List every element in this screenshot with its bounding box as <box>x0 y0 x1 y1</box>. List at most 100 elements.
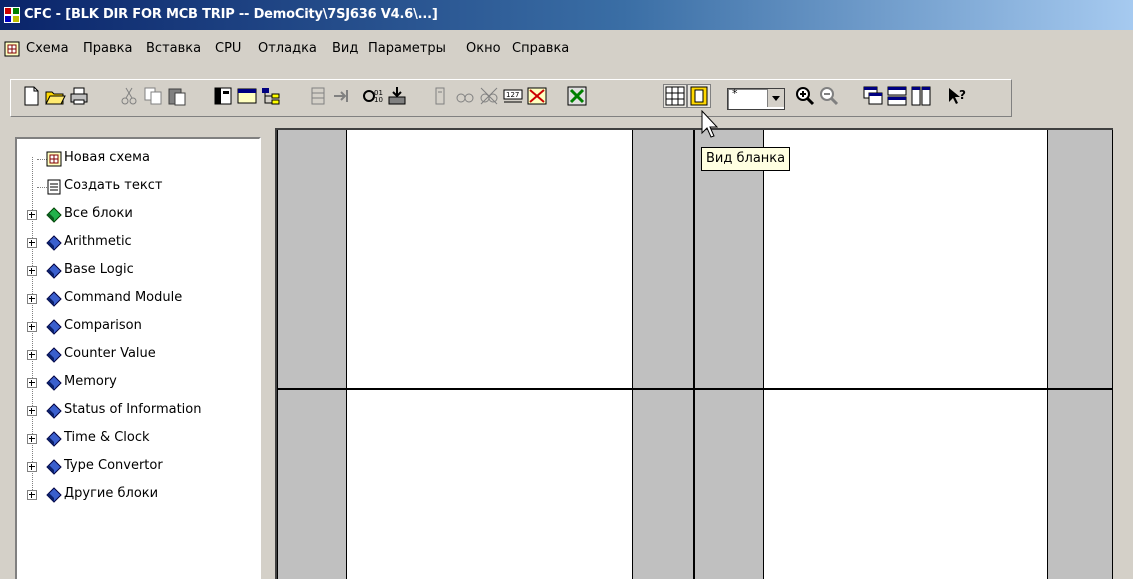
svg-text:10: 10 <box>374 96 383 104</box>
scissors-icon <box>121 87 137 105</box>
tree-item-label: Новая схема <box>64 150 150 165</box>
menu-item-window[interactable]: Окно <box>466 41 501 56</box>
menu-item-scheme[interactable]: Схема <box>26 41 69 56</box>
tree-item-label: Counter Value <box>64 346 156 361</box>
new-chart-icon <box>45 150 63 168</box>
glasses-icon <box>435 87 445 105</box>
sheet-margin-left <box>277 130 347 579</box>
fit-icon <box>567 86 587 106</box>
menu-item-help[interactable]: Справка <box>512 41 569 56</box>
tree-item-label: Base Logic <box>64 262 134 277</box>
sheet-margin-right <box>1047 130 1113 579</box>
remove-watch-button[interactable] <box>478 85 500 107</box>
expand-icon[interactable] <box>27 294 37 304</box>
tile-vertical-button[interactable] <box>910 85 932 107</box>
tree-item-label: Type Convertor <box>64 458 163 473</box>
title-bar[interactable]: CFC - [BLK DIR FOR MCB TRIP -- DemoCity\… <box>0 0 1133 30</box>
dial-button[interactable] <box>526 85 548 107</box>
catalog-button[interactable] <box>212 85 234 107</box>
help-pointer-icon: ? <box>949 88 966 104</box>
paste-button[interactable] <box>166 85 188 107</box>
download-button[interactable] <box>386 85 408 107</box>
overview-button[interactable] <box>236 85 258 107</box>
zoom-in-button[interactable] <box>794 85 816 107</box>
zoom-combo-value: * <box>732 87 738 100</box>
open-file-button[interactable] <box>44 85 66 107</box>
zoom-in-icon <box>796 87 815 106</box>
toolbar: 01 10 127 * ? <box>0 77 1133 117</box>
tree-view-button[interactable] <box>260 85 282 107</box>
mouse-pointer-icon <box>701 110 719 138</box>
monitor-button[interactable] <box>430 85 452 107</box>
printer-icon <box>70 87 88 105</box>
blue-block-icon <box>45 262 63 280</box>
expand-icon[interactable] <box>27 462 37 472</box>
step-button[interactable] <box>330 85 352 107</box>
open-folder-icon <box>45 91 66 105</box>
new-file-icon <box>24 86 39 106</box>
fit-view-button[interactable] <box>566 85 588 107</box>
tile-horizontal-button[interactable] <box>886 85 908 107</box>
compile-button[interactable]: 01 10 <box>362 85 384 107</box>
sheet-view-button[interactable] <box>663 84 687 108</box>
menu-item-debug[interactable]: Отладка <box>258 41 317 56</box>
blue-block-icon <box>45 318 63 336</box>
blue-block-icon <box>45 402 63 420</box>
insert-block-button[interactable] <box>308 85 330 107</box>
print-button[interactable] <box>68 85 90 107</box>
cut-button[interactable] <box>118 85 140 107</box>
sheet-margin-middle-a <box>632 130 694 579</box>
tree-item-label: Другие блоки <box>64 486 159 501</box>
catalog-icon <box>214 87 232 105</box>
window-title: CFC - [BLK DIR FOR MCB TRIP -- DemoCity\… <box>24 7 438 22</box>
form-view-button[interactable] <box>687 84 711 108</box>
tree-item-label: Memory <box>64 374 117 389</box>
menu-item-options[interactable]: Параметры <box>368 41 446 56</box>
blue-block-icon <box>45 430 63 448</box>
new-file-button[interactable] <box>20 85 42 107</box>
sheet-margin-middle-b <box>694 130 764 579</box>
expand-icon[interactable] <box>27 350 37 360</box>
menu-item-cpu[interactable]: CPU <box>215 41 241 56</box>
tooltip: Вид бланка <box>701 147 791 171</box>
expand-icon[interactable] <box>27 322 37 332</box>
blue-block-icon <box>45 234 63 252</box>
menu-item-insert[interactable]: Вставка <box>146 41 201 56</box>
tree-item-label: Создать текст <box>64 178 163 193</box>
zoom-combo[interactable]: * <box>727 87 785 110</box>
download-icon <box>388 87 406 105</box>
chart-sheet-area[interactable] <box>275 128 1113 579</box>
blue-block-icon <box>45 290 63 308</box>
eye-glasses-icon <box>456 93 474 103</box>
text-doc-icon <box>45 178 63 196</box>
expand-icon[interactable] <box>27 434 37 444</box>
tree-item-label: Status of Information <box>64 402 202 417</box>
watch-button[interactable] <box>454 85 476 107</box>
expand-icon[interactable] <box>27 406 37 416</box>
grid-sheet-icon <box>665 86 685 106</box>
menu-item-view[interactable]: Вид <box>332 41 358 56</box>
counter-icon: 127 <box>503 89 523 103</box>
expand-icon[interactable] <box>27 210 37 220</box>
expand-icon[interactable] <box>27 378 37 388</box>
tree-item-label: Arithmetic <box>64 234 132 249</box>
context-help-button[interactable]: ? <box>946 85 968 107</box>
blue-block-icon <box>45 458 63 476</box>
chevron-down-icon[interactable] <box>767 89 784 107</box>
expand-icon[interactable] <box>27 490 37 500</box>
cascade-windows-button[interactable] <box>862 85 884 107</box>
dial-icon <box>527 87 547 105</box>
copy-button[interactable] <box>142 85 164 107</box>
expand-icon[interactable] <box>27 266 37 276</box>
zoom-out-icon <box>820 87 839 106</box>
arrow-right-bar-icon <box>334 90 348 102</box>
block-catalog-tree[interactable]: Новая схема Создать текст Все блоки Arit… <box>15 137 261 579</box>
cascade-windows-icon <box>863 86 883 105</box>
menu-item-edit[interactable]: Правка <box>83 41 132 56</box>
document-menu-icon[interactable] <box>4 41 20 57</box>
zoom-out-button[interactable] <box>818 85 840 107</box>
expand-icon[interactable] <box>27 238 37 248</box>
window-icon <box>237 88 257 104</box>
tree-item-label: Все блоки <box>64 206 133 221</box>
counter-button[interactable]: 127 <box>502 85 524 107</box>
